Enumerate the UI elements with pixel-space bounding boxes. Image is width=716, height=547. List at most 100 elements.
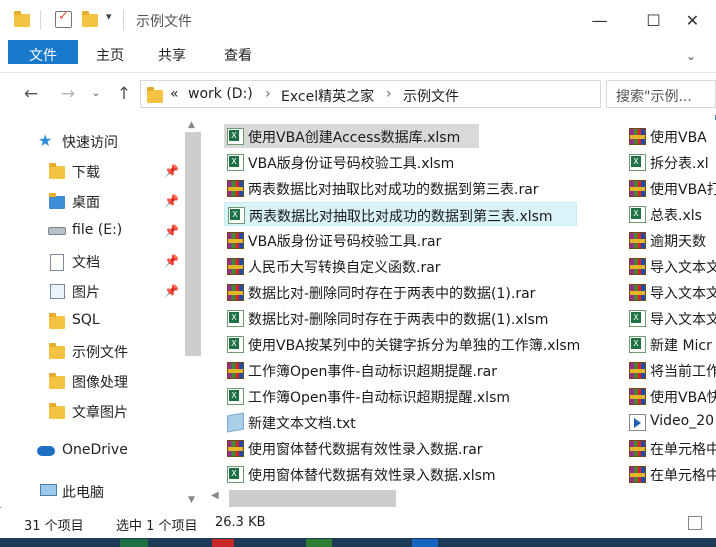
file-item[interactable]: 总表.xls (626, 202, 716, 226)
file-item[interactable]: 人民币大写转换自定义函数.rar (224, 254, 604, 278)
breadcrumb-folder[interactable]: Excel精英之家 (281, 86, 374, 106)
file-item[interactable]: 使用VBA快 (626, 384, 716, 408)
properties-icon[interactable]: ✓ (55, 9, 72, 28)
file-item[interactable]: 使用窗体替代数据有效性录入数据.xlsm (224, 462, 604, 486)
file-item[interactable]: 导入文本文 (626, 254, 716, 278)
nav-item-pictures[interactable]: 图片 📌 (0, 278, 184, 306)
rar-archive-icon (629, 440, 646, 457)
nav-item-quick-access[interactable]: ★ 快速访问 (0, 128, 184, 156)
tab-share[interactable]: 共享 (150, 40, 194, 73)
rar-archive-icon (629, 128, 646, 145)
nav-item-label: 图片 (72, 285, 100, 301)
breadcrumb-drive[interactable]: work (D:) (188, 86, 253, 102)
file-item[interactable]: 使用VBA (626, 124, 716, 148)
excel-file-icon (629, 206, 646, 223)
scrollbar-thumb[interactable] (185, 132, 201, 356)
breadcrumb-separator[interactable]: › (386, 86, 392, 102)
pin-icon[interactable]: 📌 (164, 164, 179, 178)
pin-icon[interactable]: 📌 (164, 284, 179, 298)
nav-item-label: OneDrive (62, 442, 128, 458)
file-item[interactable]: 两表数据比对抽取比对成功的数据到第三表.rar (224, 176, 604, 200)
pin-icon[interactable]: 📌 (164, 254, 179, 268)
nav-item-image-processing[interactable]: 图像处理 (0, 368, 184, 396)
expand-ribbon-icon[interactable]: ⌄ (686, 49, 702, 65)
file-item[interactable]: 在单元格中 (626, 436, 716, 460)
up-arrow-icon[interactable]: ↑ (112, 83, 136, 105)
file-item[interactable]: 工作簿Open事件-自动标识超期提醒.rar (224, 358, 604, 382)
file-list-horizontal-scrollbar[interactable]: ◀ (205, 487, 716, 508)
file-item[interactable]: 使用VBA按某列中的关键字拆分为单独的工作簿.xlsm (224, 332, 614, 356)
nav-item-drive-e[interactable]: file (E:) 📌 (0, 218, 184, 246)
file-item[interactable]: 使用窗体替代数据有效性录入数据.rar (224, 436, 604, 460)
file-item[interactable]: 逾期天数 (626, 228, 716, 252)
taskbar-strip (0, 538, 716, 547)
address-bar[interactable]: « work (D:) › Excel精英之家 › 示例文件 (140, 80, 601, 108)
status-bar: 31 个项目 选中 1 个项目 26.3 KB (0, 508, 716, 538)
file-item[interactable]: 数据比对-删除同时存在于两表中的数据(1).xlsm (224, 306, 604, 330)
nav-item-article-images[interactable]: 文章图片 (0, 398, 184, 426)
file-item[interactable]: 新建 Micr (626, 332, 716, 356)
file-item[interactable]: Video_20 (626, 410, 716, 434)
nav-item-this-pc[interactable]: 此电脑 (0, 478, 184, 506)
search-input[interactable]: 搜索"示例... (606, 80, 716, 108)
video-file-icon (629, 414, 646, 431)
file-name: 导入文本文 (650, 312, 716, 328)
cloud-icon (37, 446, 55, 456)
tab-home[interactable]: 主页 (88, 40, 132, 73)
rar-archive-icon (629, 180, 646, 197)
scroll-left-icon[interactable]: ◀ (211, 490, 219, 501)
excel-file-icon (227, 388, 244, 405)
file-name: 导入文本文 (650, 286, 716, 302)
address-toolbar: ← → ⌄ ↑ « work (D:) › Excel精英之家 › 示例文件 搜… (0, 73, 716, 115)
file-item[interactable]: 新建文本文档.txt (224, 410, 604, 434)
nav-item-downloads[interactable]: 下载 📌 (0, 158, 184, 186)
file-item[interactable]: VBA版身份证号码校验工具.rar (224, 228, 604, 252)
nav-item-sql[interactable]: SQL (0, 308, 184, 336)
minimize-button[interactable]: — (576, 0, 623, 40)
file-item[interactable]: 使用VBA创建Access数据库.xlsm (224, 124, 479, 148)
breadcrumb-separator[interactable]: › (265, 86, 271, 102)
scroll-down-icon[interactable]: ▼ (188, 495, 195, 505)
nav-item-documents[interactable]: 文档 📌 (0, 248, 184, 276)
file-item[interactable]: 在单元格中 (626, 462, 716, 486)
nav-item-onedrive[interactable]: OneDrive (0, 438, 184, 466)
tab-file[interactable]: 文件 (8, 40, 78, 64)
nav-pane-scrollbar[interactable]: ▲ ▼ (184, 120, 201, 507)
scroll-up-icon[interactable]: ▲ (188, 120, 195, 130)
nav-item-label: 此电脑 (62, 485, 104, 501)
file-item[interactable]: 拆分表.xl (626, 150, 716, 174)
file-item[interactable]: 数据比对-删除同时存在于两表中的数据(1).rar (224, 280, 604, 304)
item-count: 31 个项目 (24, 519, 84, 534)
rar-archive-icon (227, 440, 244, 457)
file-item[interactable]: 将当前工作 (626, 358, 716, 382)
file-item[interactable]: VBA版身份证号码校验工具.xlsm (224, 150, 604, 174)
breadcrumb-current[interactable]: 示例文件 (403, 86, 459, 106)
pin-icon[interactable]: 📌 (164, 224, 179, 238)
recent-locations-chevron-icon[interactable]: ⌄ (84, 83, 108, 105)
nav-item-label: 桌面 (72, 195, 100, 211)
customize-quick-access-icon[interactable]: ▾ (106, 10, 122, 26)
pin-icon[interactable]: 📌 (164, 194, 179, 208)
file-item[interactable]: 导入文本文 (626, 280, 716, 304)
tab-view[interactable]: 查看 (216, 40, 260, 73)
file-item[interactable]: 两表数据比对抽取比对成功的数据到第三表.xlsm (224, 202, 577, 226)
rar-archive-icon (227, 362, 244, 379)
close-button[interactable]: ✕ (669, 0, 716, 40)
breadcrumb-overflow[interactable]: « (170, 86, 179, 102)
back-arrow-icon[interactable]: ← (19, 83, 43, 105)
file-item[interactable]: 使用VBA打 (626, 176, 716, 200)
scrollbar-thumb[interactable] (229, 490, 396, 507)
file-item[interactable]: 导入文本文 (626, 306, 716, 330)
details-view-icon[interactable] (688, 516, 702, 530)
documents-folder-icon (50, 254, 64, 271)
file-name: 使用VBA打 (650, 182, 716, 198)
nav-item-label: 快速访问 (62, 135, 118, 151)
excel-file-icon (228, 207, 245, 224)
nav-item-sample-files[interactable]: 示例文件 (0, 338, 184, 366)
file-item[interactable]: 工作簿Open事件-自动标识超期提醒.xlsm (224, 384, 604, 408)
nav-item-desktop[interactable]: 桌面 📌 (0, 188, 184, 216)
forward-arrow-icon[interactable]: → (56, 83, 80, 105)
new-folder-icon[interactable] (82, 11, 98, 28)
file-name: 在单元格中 (650, 442, 716, 458)
rar-archive-icon (227, 284, 244, 301)
